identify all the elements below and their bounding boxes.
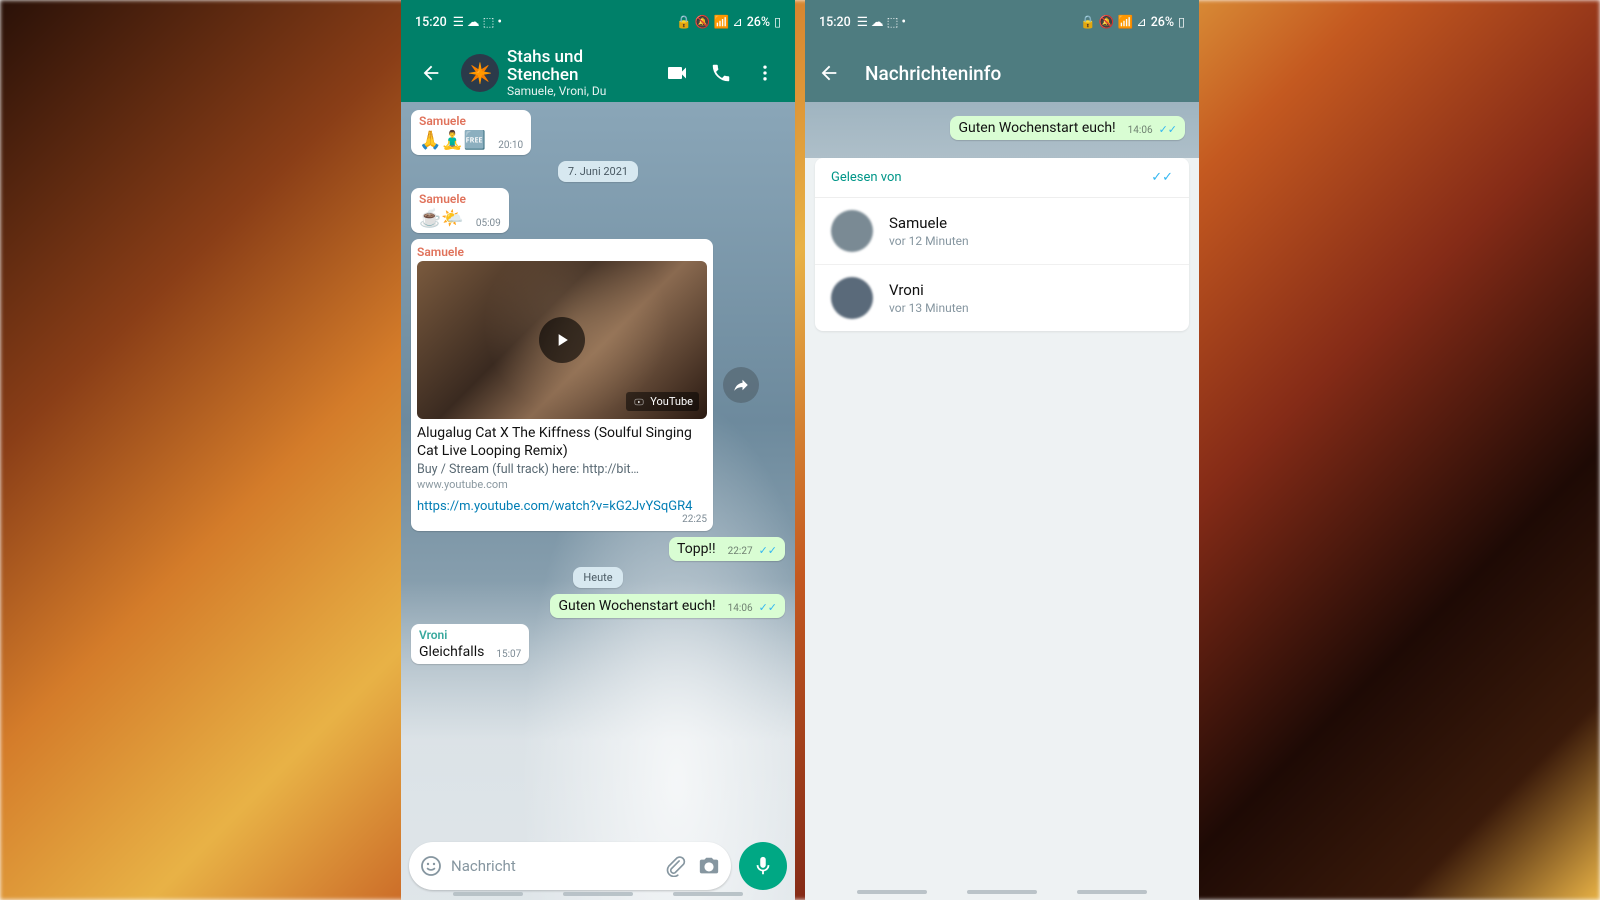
- gesture-hint: [453, 892, 743, 896]
- composer: Nachricht: [409, 842, 787, 890]
- video-call-icon[interactable]: [665, 61, 689, 85]
- sender-label: Vroni: [419, 628, 521, 642]
- status-icons-right: 🔒 🔕 📶 ⊿: [676, 14, 743, 30]
- link-url[interactable]: https://m.youtube.com/watch?v=kG2JvYSqGR…: [417, 499, 707, 514]
- info-header: Nachrichteninfo: [805, 44, 1199, 102]
- sender-label: Samuele: [417, 245, 707, 259]
- status-time: 15:20: [819, 15, 851, 30]
- message-time: 22:27: [728, 546, 753, 557]
- status-bar: 15:20 ☰ ☁ ⬚ • 🔒 🔕 📶 ⊿ 26% ▯: [805, 0, 1199, 44]
- message-in[interactable]: Samuele ☕🌤️ 05:09: [411, 188, 509, 233]
- avatar: [831, 277, 873, 319]
- gesture-hint: [857, 890, 1147, 894]
- sender-label: Samuele: [419, 114, 523, 128]
- chat-subtitle: Samuele, Vroni, Du: [507, 85, 655, 98]
- message-time: 14:06: [728, 603, 753, 614]
- reader-time: vor 12 Minuten: [889, 234, 969, 248]
- read-ticks-icon: ✓✓: [759, 601, 777, 614]
- phone-message-info: 15:20 ☰ ☁ ⬚ • 🔒 🔕 📶 ⊿ 26% ▯ Nachrichteni…: [805, 0, 1199, 900]
- reader-row[interactable]: Samuele vor 12 Minuten: [815, 198, 1189, 265]
- message-out[interactable]: Topp!! 22:27 ✓✓: [669, 537, 785, 561]
- reader-time: vor 13 Minuten: [889, 301, 969, 315]
- sender-label: Samuele: [419, 192, 501, 206]
- message-body: Gleichfalls: [419, 644, 484, 660]
- chat-title: Stahs und Stenchen: [507, 48, 655, 85]
- date-chip: Heute: [573, 567, 622, 588]
- status-battery: 26%: [747, 15, 770, 30]
- info-body: Guten Wochenstart euch! 14:06 ✓✓ Gelesen…: [805, 102, 1199, 900]
- status-bar: 15:20 ☰ ☁ ⬚ • 🔒 🔕 📶 ⊿ 26% ▯: [401, 0, 795, 44]
- link-desc: Buy / Stream (full track) here: http://b…: [417, 462, 707, 477]
- message-body: ☕🌤️: [419, 208, 464, 229]
- info-message-preview: Guten Wochenstart euch! 14:06 ✓✓: [805, 102, 1199, 158]
- read-by-label: Gelesen von: [831, 170, 902, 185]
- reader-row[interactable]: Vroni vor 13 Minuten: [815, 265, 1189, 331]
- message-time: 20:10: [498, 140, 523, 151]
- read-by-card: Gelesen von ✓✓ Samuele vor 12 Minuten Vr…: [815, 158, 1189, 331]
- info-title: Nachrichteninfo: [865, 62, 1001, 85]
- message-input[interactable]: Nachricht: [409, 842, 731, 890]
- message-time: 14:06: [1128, 125, 1153, 136]
- status-time: 15:20: [415, 15, 447, 30]
- video-thumbnail[interactable]: YouTube: [417, 261, 707, 419]
- message-out[interactable]: Guten Wochenstart euch! 14:06 ✓✓: [950, 116, 1185, 140]
- chat-header[interactable]: ✴️ Stahs und Stenchen Samuele, Vroni, Du: [401, 44, 795, 102]
- back-icon[interactable]: [817, 61, 841, 85]
- reader-name: Vroni: [889, 281, 969, 299]
- group-avatar[interactable]: ✴️: [461, 54, 499, 92]
- phone-chat: 15:20 ☰ ☁ ⬚ • 🔒 🔕 📶 ⊿ 26% ▯ ✴️ Stahs und…: [401, 0, 795, 900]
- chat-title-block[interactable]: Stahs und Stenchen Samuele, Vroni, Du: [507, 48, 655, 99]
- message-in[interactable]: Samuele 🙏🧘‍♂️🆓 20:10: [411, 110, 531, 155]
- message-body: Guten Wochenstart euch!: [558, 598, 715, 614]
- battery-icon: ▯: [774, 14, 781, 30]
- status-icons-left: ☰ ☁ ⬚ •: [453, 14, 502, 30]
- message-list[interactable]: Samuele 🙏🧘‍♂️🆓 20:10 7. Juni 2021 Samuel…: [401, 102, 795, 900]
- status-icons-left: ☰ ☁ ⬚ •: [857, 14, 906, 30]
- message-in[interactable]: Vroni Gleichfalls 15:07: [411, 624, 529, 664]
- date-chip: 7. Juni 2021: [558, 161, 638, 182]
- voice-call-icon[interactable]: [709, 61, 733, 85]
- link-title: Alugalug Cat X The Kiffness (Soulful Sin…: [417, 425, 707, 460]
- read-by-header: Gelesen von ✓✓: [815, 158, 1189, 198]
- mic-button[interactable]: [739, 842, 787, 890]
- message-link-card[interactable]: Samuele YouTube Alugalug Cat X The Kiffn…: [411, 239, 713, 531]
- avatar: [831, 210, 873, 252]
- reader-name: Samuele: [889, 214, 969, 232]
- camera-icon[interactable]: [697, 854, 721, 878]
- message-time: 05:09: [476, 218, 501, 229]
- status-icons-right: 🔒 🔕 📶 ⊿: [1080, 14, 1147, 30]
- read-ticks-icon: ✓✓: [1151, 170, 1173, 185]
- message-body: 🙏🧘‍♂️🆓: [419, 130, 486, 151]
- link-host: www.youtube.com: [417, 478, 707, 491]
- youtube-badge: YouTube: [626, 392, 699, 411]
- message-body: Guten Wochenstart euch!: [958, 120, 1115, 136]
- emoji-icon[interactable]: [419, 854, 443, 878]
- message-body: Topp!!: [677, 541, 716, 557]
- forward-icon[interactable]: [723, 367, 759, 403]
- message-time: 15:07: [496, 649, 521, 660]
- youtube-label: YouTube: [650, 395, 693, 408]
- battery-icon: ▯: [1178, 14, 1185, 30]
- message-time: 22:25: [682, 514, 707, 525]
- menu-icon[interactable]: [753, 61, 777, 85]
- play-icon[interactable]: [539, 317, 585, 363]
- read-ticks-icon: ✓✓: [759, 544, 777, 557]
- chat-body: Samuele 🙏🧘‍♂️🆓 20:10 7. Juni 2021 Samuel…: [401, 102, 795, 900]
- status-battery: 26%: [1151, 15, 1174, 30]
- input-placeholder: Nachricht: [451, 857, 663, 875]
- read-ticks-icon: ✓✓: [1159, 123, 1177, 136]
- phone-group: 15:20 ☰ ☁ ⬚ • 🔒 🔕 📶 ⊿ 26% ▯ ✴️ Stahs und…: [401, 0, 1199, 900]
- back-icon[interactable]: [419, 61, 443, 85]
- message-out[interactable]: Guten Wochenstart euch! 14:06 ✓✓: [550, 594, 785, 618]
- attach-icon[interactable]: [663, 854, 687, 878]
